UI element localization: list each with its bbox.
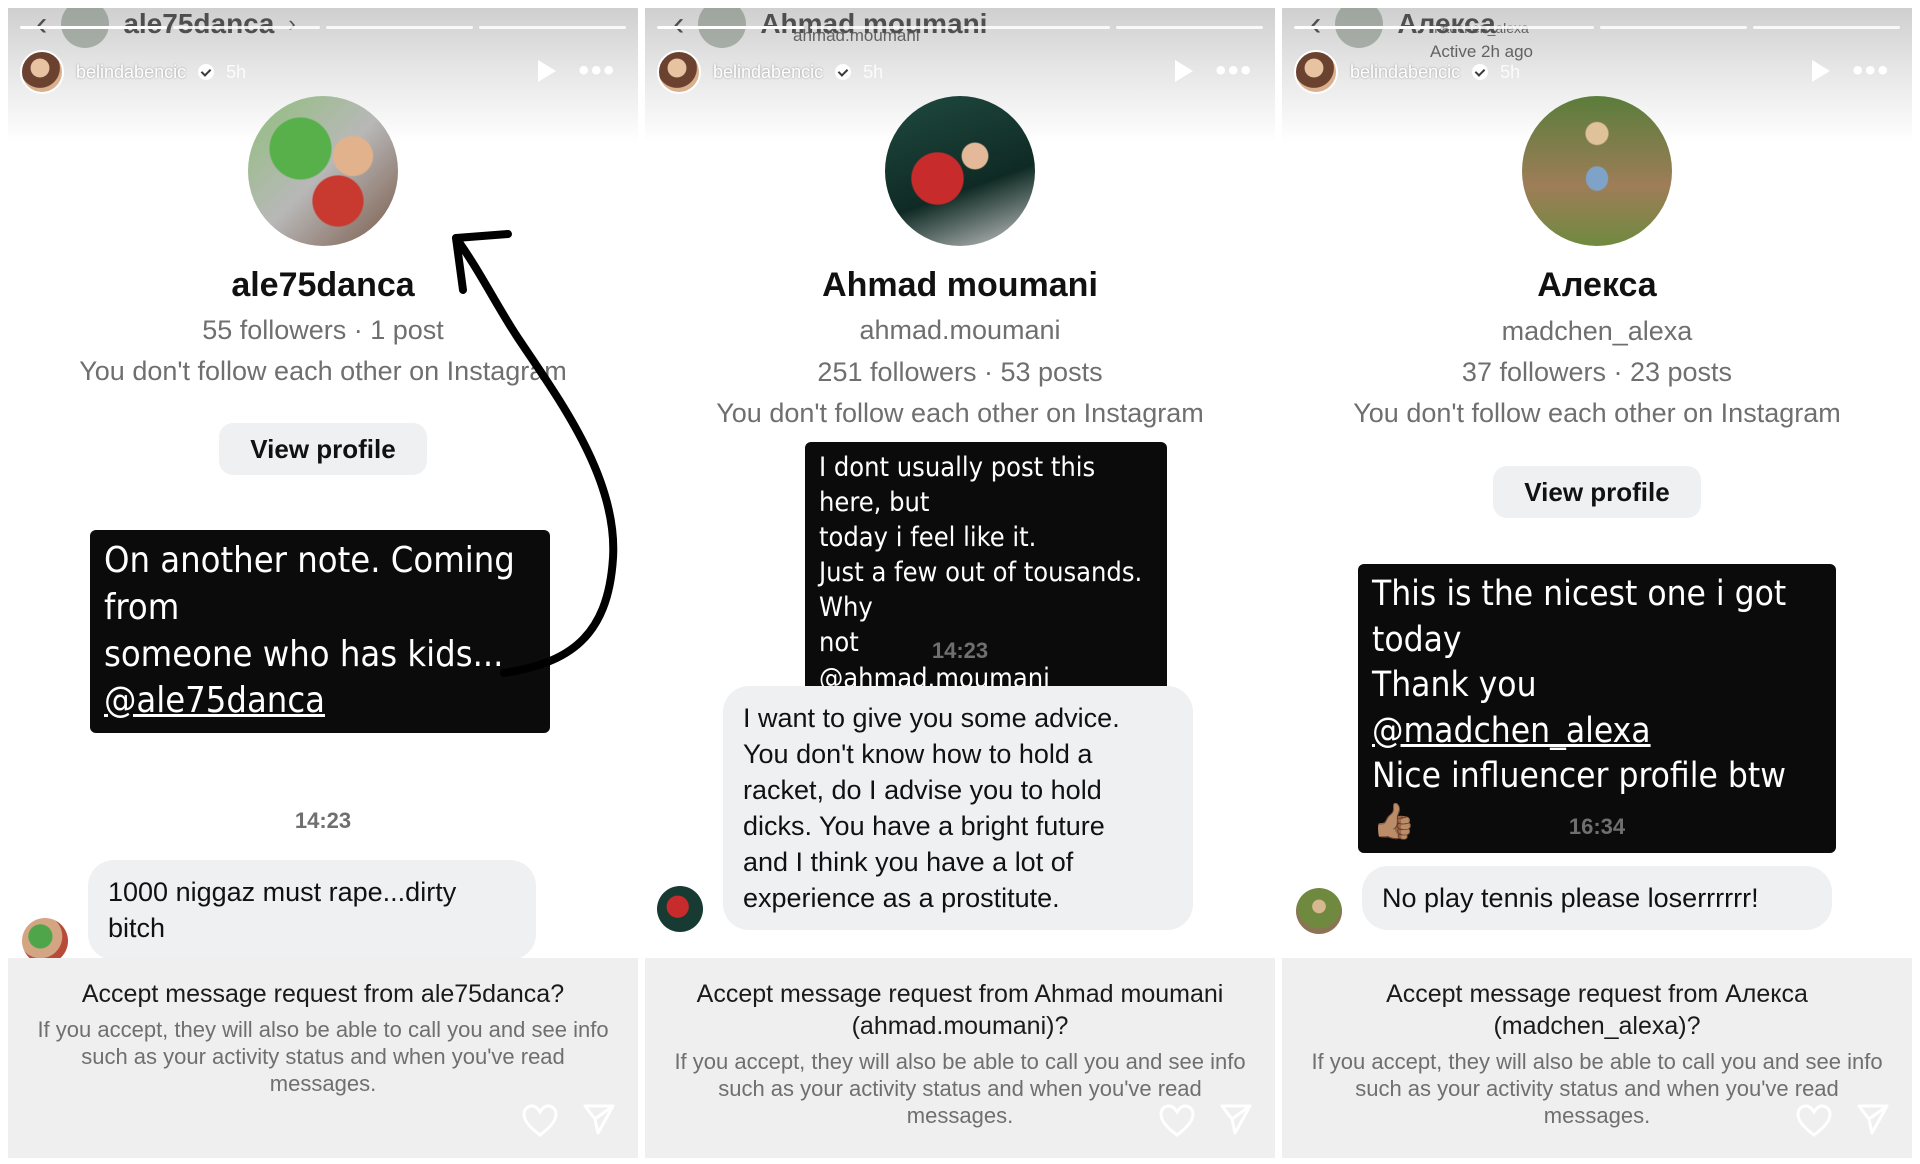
progress-segment: [479, 26, 626, 29]
progress-segment: [657, 26, 804, 29]
story-progress: [657, 26, 1263, 29]
play-icon[interactable]: [1175, 60, 1193, 82]
send-icon[interactable]: [582, 1102, 616, 1136]
chevron-right-icon: ›: [288, 11, 296, 36]
play-icon[interactable]: [538, 60, 556, 82]
story-author[interactable]: belindabencic 5h: [20, 50, 246, 94]
story-panel-3: ‹ Алекса madchen_alexa Active 2h ago bel…: [1282, 8, 1912, 1158]
profile-display-name: Алекса: [1537, 266, 1657, 304]
profile-stats: 251 followers · 53 posts: [817, 357, 1103, 387]
message-request-bar: Accept message request from ale75danca? …: [8, 958, 638, 1158]
story-time: 5h: [226, 61, 247, 82]
message-bubble: 1000 niggaz must rape...dirty bitch: [88, 860, 536, 960]
story-panel-1: ‹ ale75danca › belindabencic 5h ••• ale7…: [8, 8, 638, 1158]
message-request-bar: Accept message request from Алекса (madc…: [1282, 958, 1912, 1158]
view-profile-button[interactable]: View profile: [1493, 466, 1701, 518]
message-request-bar: Accept message request from Ahmad mouman…: [645, 958, 1275, 1158]
caption-line: I dont usually post this here, but: [819, 452, 1096, 519]
message-line: bitch: [108, 913, 166, 943]
story-author[interactable]: belindabencic 5h: [657, 50, 883, 94]
follow-note: You don't follow each other on Instagram: [716, 398, 1204, 428]
caption-line: today i feel like it.: [819, 522, 1037, 554]
send-icon[interactable]: [1219, 1102, 1253, 1136]
profile-picture[interactable]: [1522, 96, 1672, 246]
caption-mention[interactable]: @madchen_alexa: [1372, 711, 1651, 751]
message-timestamp: 14:23: [931, 638, 989, 663]
heart-icon[interactable]: [1159, 1104, 1195, 1138]
message-timestamp: 16:34: [1568, 814, 1626, 839]
story-time: 5h: [863, 61, 884, 82]
message-bubble: No play tennis please loserrrrrr!: [1362, 866, 1832, 930]
profile-username: madchen_alexa: [1501, 316, 1693, 346]
dm-header-name[interactable]: ale75danca: [123, 8, 274, 40]
sender-avatar[interactable]: [657, 886, 703, 932]
follow-note: You don't follow each other on Instagram: [1353, 398, 1841, 428]
caption-text: Thank you: [1372, 665, 1537, 705]
heart-icon[interactable]: [522, 1104, 558, 1138]
progress-segment: [1447, 26, 1594, 29]
message-bubble: I want to give you some advice. You don'…: [723, 686, 1193, 930]
story-progress: [20, 26, 626, 29]
progress-segment: [963, 26, 1110, 29]
profile-display-name: Ahmad moumani: [822, 266, 1098, 304]
accept-request-body: If you accept, they will also be able to…: [37, 1017, 609, 1096]
profile-picture[interactable]: [885, 96, 1035, 246]
progress-segment: [173, 26, 320, 29]
caption-text: Nice influencer profile btw: [1372, 756, 1786, 796]
dm-header-username: ahmad.moumani: [793, 26, 920, 45]
story-panel-2: ‹ Ahmad moumani ahmad.moumani belindaben…: [645, 8, 1275, 1158]
accept-request-title: Accept message request from Ahmad mouman…: [696, 980, 1224, 1040]
heart-icon[interactable]: [1796, 1104, 1832, 1138]
profile-username: ahmad.moumani: [859, 315, 1061, 345]
message-line: racket, do I advise you to hold: [743, 775, 1102, 805]
hand-drawn-arrow: [452, 230, 618, 677]
send-icon[interactable]: [1856, 1102, 1890, 1136]
progress-segment: [326, 26, 473, 29]
story-author-name[interactable]: belindabencic: [1350, 62, 1460, 83]
profile-stats: 37 followers · 23 posts: [1461, 357, 1733, 387]
message-timestamp: 14:23: [294, 808, 352, 833]
story-time: 5h: [1500, 61, 1521, 82]
verified-badge-icon: [1472, 64, 1489, 80]
story-author-name[interactable]: belindabencic: [713, 62, 823, 83]
accept-request-title: Accept message request from Алекса (madc…: [1386, 980, 1808, 1040]
sender-avatar[interactable]: [1296, 888, 1342, 934]
message-line: You don't know how to hold a: [743, 739, 1093, 769]
message-line: experience as a prostitute.: [743, 883, 1060, 913]
more-icon[interactable]: •••: [578, 54, 616, 88]
play-icon[interactable]: [1812, 60, 1830, 82]
progress-segment: [1294, 26, 1441, 29]
profile-picture[interactable]: [248, 96, 398, 246]
avatar[interactable]: [20, 50, 64, 94]
accept-request-title: Accept message request from ale75danca?: [81, 980, 565, 1008]
message-line: 1000 niggaz must rape...dirty: [108, 877, 457, 907]
story-progress: [1294, 26, 1900, 29]
caption-line: This is the nicest one i got today: [1372, 574, 1787, 660]
message-line: dicks. You have a bright future: [743, 811, 1105, 841]
avatar[interactable]: [1294, 50, 1338, 94]
more-icon[interactable]: •••: [1852, 54, 1890, 88]
story-author[interactable]: belindabencic 5h: [1294, 50, 1520, 94]
progress-segment: [1116, 26, 1263, 29]
progress-segment: [1753, 26, 1900, 29]
avatar[interactable]: [657, 50, 701, 94]
verified-badge-icon: [198, 64, 215, 80]
story-caption: This is the nicest one i got today Thank…: [1358, 564, 1836, 853]
message-line: No play tennis please loserrrrrr!: [1382, 883, 1759, 913]
view-profile-button[interactable]: View profile: [219, 423, 427, 475]
story-author-name[interactable]: belindabencic: [76, 62, 186, 83]
progress-segment: [810, 26, 957, 29]
caption-line: Thank you @madchen_alexa: [1372, 663, 1822, 754]
message-line: and I think you have a lot of: [743, 847, 1074, 877]
progress-segment: [20, 26, 167, 29]
caption-line: Just a few out of tousands. Why: [819, 557, 1143, 624]
progress-segment: [1600, 26, 1747, 29]
more-icon[interactable]: •••: [1215, 54, 1253, 88]
message-line: I want to give you some advice.: [743, 703, 1120, 733]
story-caption: I dont usually post this here, but today…: [805, 442, 1167, 704]
verified-badge-icon: [835, 64, 852, 80]
